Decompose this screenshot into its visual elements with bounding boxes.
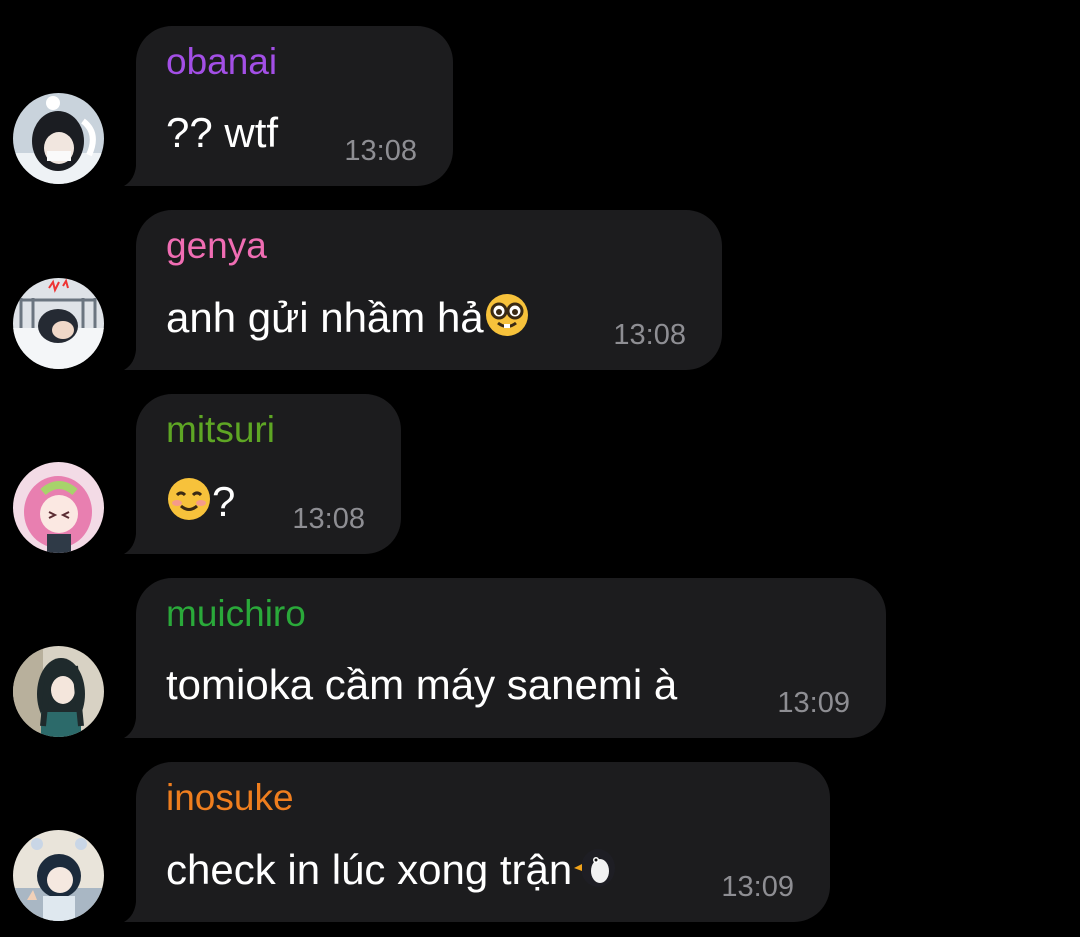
sender-name[interactable]: mitsuri — [166, 408, 275, 452]
message-bubble[interactable]: mitsuri ? 13:08 — [136, 394, 401, 554]
message-timestamp: 13:09 — [721, 871, 794, 903]
muichiro-avatar[interactable] — [13, 646, 104, 737]
message-text: anh gửi nhầm hả — [166, 292, 530, 343]
sender-name[interactable]: inosuke — [166, 776, 294, 820]
message-bubble[interactable]: muichiro tomioka cầm máy sanemi à 13:09 — [136, 578, 886, 738]
penguin-emoji — [572, 844, 618, 890]
nerd-face-emoji — [484, 292, 530, 338]
sender-name[interactable]: genya — [166, 224, 267, 268]
mitsuri-avatar[interactable] — [13, 462, 104, 553]
message-bubble[interactable]: genya anh gửi nhầm hả 13:08 — [136, 210, 722, 370]
genya-avatar[interactable] — [13, 278, 104, 369]
message-timestamp: 13:08 — [292, 503, 365, 535]
inosuke-avatar[interactable] — [13, 830, 104, 921]
smiling-face-emoji — [166, 476, 212, 522]
message-bubble[interactable]: obanai ?? wtf 13:08 — [136, 26, 453, 186]
message-text: check in lúc xong trận — [166, 844, 618, 895]
message-text: ?? wtf — [166, 109, 279, 156]
message-timestamp: 13:08 — [613, 319, 686, 351]
sender-name[interactable]: muichiro — [166, 592, 306, 636]
obanai-avatar[interactable] — [13, 93, 104, 184]
message-text: ? — [166, 476, 235, 527]
message-timestamp: 13:08 — [344, 135, 417, 167]
message-text: tomioka cầm máy sanemi à — [166, 661, 678, 708]
message-bubble[interactable]: inosuke check in lúc xong trận 13:09 — [136, 762, 830, 922]
message-timestamp: 13:09 — [777, 687, 850, 719]
sender-name[interactable]: obanai — [166, 40, 277, 84]
